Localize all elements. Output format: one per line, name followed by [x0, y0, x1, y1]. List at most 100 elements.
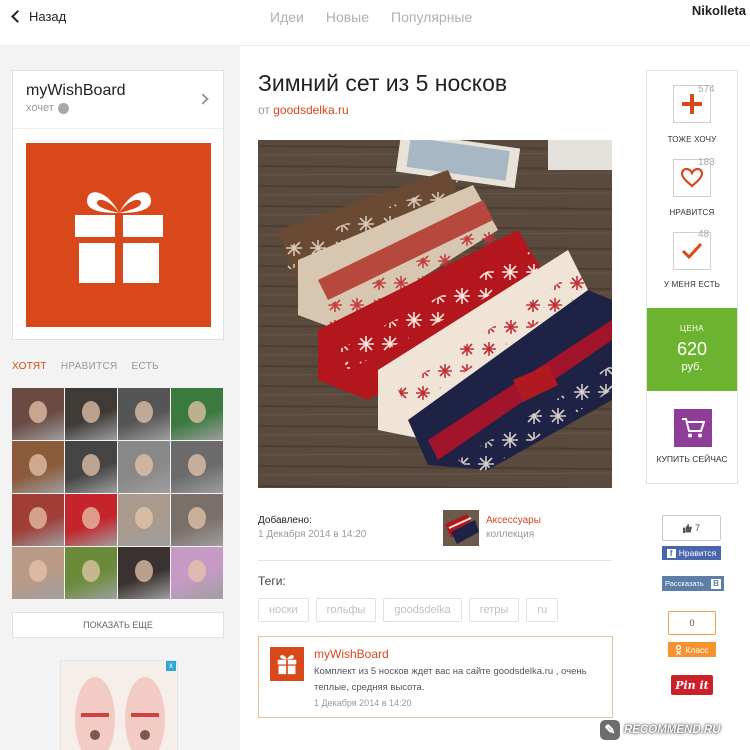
board-title: myWishBoard [26, 82, 126, 99]
user-avatar[interactable] [12, 388, 64, 440]
plus-icon [682, 94, 702, 114]
facebook-like-button[interactable]: f Нравится [662, 546, 721, 560]
price-value: 620 [676, 339, 708, 359]
user-avatar[interactable] [12, 547, 64, 599]
avatar-face [82, 507, 100, 529]
avatar-face [82, 401, 100, 423]
avatar-face [29, 560, 47, 582]
comment-date: 1 Декабря 2014 в 14:20 [314, 698, 412, 708]
globe-icon [57, 102, 69, 114]
vk-icon: В [711, 578, 721, 589]
back-label: Назад [29, 9, 67, 24]
user-avatar[interactable] [171, 388, 223, 440]
added-label: Добавлено: [258, 515, 312, 526]
collection-link[interactable]: Аксессуары [486, 515, 541, 526]
tab-want[interactable]: ХОТЯТ [12, 361, 47, 372]
avatar-face [135, 454, 153, 476]
comment-text: Комплект из 5 носков ждет вас на сайте g… [314, 666, 587, 693]
user-avatar[interactable] [118, 494, 170, 546]
ad-image [61, 661, 177, 750]
avatar-face [29, 401, 47, 423]
board-header[interactable]: myWishBoard хочет [13, 71, 223, 129]
user-avatar[interactable] [118, 388, 170, 440]
user-avatar[interactable] [12, 494, 64, 546]
item-source: от goodsdelka.ru [258, 103, 349, 117]
user-avatar[interactable] [65, 547, 117, 599]
avatar-face [135, 507, 153, 529]
user-avatar[interactable] [65, 441, 117, 493]
user-avatar[interactable] [171, 494, 223, 546]
collection-thumbnail[interactable] [443, 510, 479, 546]
ok-label: Класс [685, 644, 709, 655]
check-icon [681, 242, 703, 260]
back-button[interactable]: Назад [10, 9, 66, 24]
avatar-face [82, 454, 100, 476]
gift-icon [74, 192, 163, 283]
facebook-icon: f [666, 548, 676, 558]
price-label: ЦЕНА [680, 324, 704, 333]
want-label: ТОЖЕ ХОЧУ [667, 135, 717, 144]
tab-like[interactable]: НРАВИТСЯ [61, 361, 118, 372]
user-avatar[interactable] [171, 547, 223, 599]
tag[interactable]: гольфы [315, 598, 377, 622]
board-card[interactable]: myWishBoard хочет [12, 70, 224, 340]
price-block: ЦЕНА 620 руб. [647, 308, 737, 391]
board-subtitle-text: хочет [26, 102, 54, 114]
user-avatar[interactable] [171, 441, 223, 493]
recommend-logo-icon: ✎ [600, 720, 620, 740]
comment-avatar[interactable] [270, 647, 304, 681]
watermark-text: RECOMMEND.RU [624, 724, 721, 736]
collection-type: коллекция [486, 529, 535, 540]
tab-have[interactable]: ЕСТЬ [132, 361, 159, 372]
tag[interactable]: ru [526, 598, 559, 622]
cart-icon [682, 418, 705, 438]
tab-new[interactable]: Новые [326, 9, 369, 25]
tab-ideas[interactable]: Идеи [270, 9, 304, 25]
have-label: У МЕНЯ ЕСТЬ [663, 280, 721, 289]
left-column: myWishBoard хочет ХОТЯТ НРАВИТСЯ ЕСТЬ ПО… [0, 46, 240, 750]
board-subtitle: хочет [26, 102, 223, 114]
avatar-face [29, 507, 47, 529]
comment-author[interactable]: myWishBoard [314, 647, 389, 661]
avatar-face [135, 401, 153, 423]
tag[interactable]: goodsdelka [383, 598, 462, 622]
want-count: 574 [698, 84, 715, 95]
source-link[interactable]: goodsdelka.ru [273, 103, 348, 117]
item-photo[interactable] [258, 140, 612, 488]
avatar-face [135, 560, 153, 582]
board-tabs: ХОТЯТ НРАВИТСЯ ЕСТЬ [12, 361, 159, 372]
user-avatar[interactable] [118, 547, 170, 599]
user-avatar[interactable] [12, 441, 64, 493]
ad-banner[interactable]: x [60, 660, 178, 750]
collection-image [443, 510, 479, 546]
divider [258, 560, 612, 561]
tags-label: Теги: [258, 574, 286, 588]
user-name[interactable]: Nikolleta [692, 3, 746, 18]
tag[interactable]: гетры [468, 598, 520, 622]
item-title: Зимний сет из 5 носков [258, 70, 508, 96]
board-image[interactable] [26, 143, 211, 327]
price-currency: руб. [681, 361, 703, 373]
ok-share-button[interactable]: Класс [668, 642, 716, 657]
vk-label: Рассказать [665, 579, 704, 588]
heart-icon [681, 168, 703, 188]
chevron-left-icon [11, 10, 24, 23]
nav-tabs: Идеи Новые Популярные [270, 9, 472, 25]
avatar-face [29, 454, 47, 476]
facebook-like-count: 7 [662, 515, 721, 541]
user-avatar[interactable] [118, 441, 170, 493]
comment-card: myWishBoard Комплект из 5 носков ждет ва… [258, 636, 613, 718]
tag[interactable]: носки [258, 598, 309, 622]
source-prefix: от [258, 103, 270, 117]
ok-count: 0 [668, 611, 716, 635]
buy-button[interactable] [674, 409, 712, 447]
pinterest-button[interactable]: Pin it [671, 675, 713, 695]
ad-close-icon[interactable]: x [166, 661, 176, 671]
like-label: НРАВИТСЯ [669, 208, 715, 217]
buy-label[interactable]: КУПИТЬ СЕЙЧАС [647, 454, 737, 464]
show-more-button[interactable]: ПОКАЗАТЬ ЕЩЕ [12, 612, 224, 638]
tab-popular[interactable]: Популярные [391, 9, 472, 25]
user-avatar[interactable] [65, 388, 117, 440]
vk-share-button[interactable]: Рассказать В [662, 576, 724, 591]
user-avatar[interactable] [65, 494, 117, 546]
